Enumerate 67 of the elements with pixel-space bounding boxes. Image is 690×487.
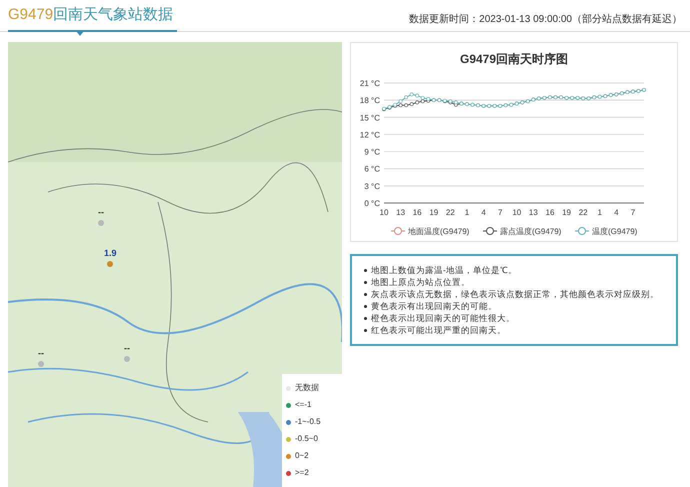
x-tick-label: 13	[396, 208, 406, 217]
note-text: 红色表示可能出现严重的回南天。	[371, 324, 506, 336]
point	[404, 95, 408, 100]
legend-label: -1~-0.5	[295, 416, 321, 428]
y-tick-label: 9 °C	[364, 148, 380, 157]
legend-label: 温度(G9479)	[592, 227, 638, 236]
x-tick-label: 10	[512, 208, 522, 217]
point	[420, 99, 425, 104]
note-text: 地图上原点为站点位置。	[371, 276, 470, 288]
y-tick-label: 3 °C	[364, 182, 380, 191]
legend-label: -0.5~0	[295, 433, 318, 445]
bullet-icon	[364, 281, 367, 284]
y-tick-label: 0 °C	[364, 199, 380, 208]
point	[420, 96, 425, 100]
legend-label: 0~2	[295, 450, 309, 462]
point	[398, 99, 402, 104]
legend-label: 无数据	[295, 382, 319, 394]
station-value: --	[98, 206, 104, 219]
bullet-icon	[364, 329, 367, 332]
bullet-icon	[364, 293, 367, 296]
legend-label: 地面温度(G9479)	[408, 227, 470, 236]
point	[410, 102, 414, 106]
y-tick-label: 6 °C	[364, 164, 380, 174]
note-text: 黄色表示有出现回南天的可能。	[371, 300, 497, 312]
point	[415, 94, 420, 98]
station-value: --	[124, 342, 130, 355]
station-value: 1.9	[104, 247, 117, 260]
x-tick-label: 7	[630, 208, 636, 217]
tab-pointer-icon	[76, 31, 84, 36]
legend-label: <=-1	[295, 399, 312, 411]
note-text: 橙色表示出现回南天的可能性很大。	[371, 312, 515, 324]
bullet-icon	[364, 305, 367, 308]
point	[415, 100, 420, 104]
legend-label: >=2	[295, 467, 309, 479]
legend-marker-icon	[574, 227, 590, 235]
note-text: 地图上数值为露温-地温，单位是℃。	[371, 264, 517, 276]
bullet-icon	[364, 317, 367, 320]
y-tick-label: 18 °C	[360, 96, 380, 106]
point	[398, 103, 402, 108]
x-tick-label: 19	[429, 208, 438, 217]
x-tick-label: 7	[498, 208, 502, 217]
station-value: --	[38, 347, 44, 360]
legend-marker-icon	[482, 227, 498, 235]
x-tick-label: 4	[614, 208, 619, 217]
x-tick-label: 13	[528, 208, 538, 217]
x-tick-label: 1	[598, 208, 602, 217]
x-tick-label: 19	[562, 208, 571, 217]
x-tick-label: 22	[446, 208, 455, 217]
x-tick-label: 10	[380, 208, 388, 217]
x-tick-label: 1	[464, 208, 470, 217]
point	[454, 100, 458, 104]
point	[404, 103, 408, 108]
legend-marker-icon	[390, 227, 406, 235]
x-tick-label: 22	[578, 208, 588, 217]
bullet-icon	[364, 269, 367, 272]
y-tick-label: 21 °C	[360, 79, 380, 88]
y-tick-label: 15 °C	[360, 113, 380, 122]
y-tick-label: 12 °C	[360, 130, 380, 140]
page-title: G9479回南天气象站数据	[8, 4, 178, 32]
legend-label: 露点温度(G9479)	[500, 227, 562, 236]
chart-title: G9479回南天时序图	[460, 52, 568, 66]
point	[410, 92, 414, 96]
x-tick-label: 16	[412, 208, 422, 217]
x-tick-label: 16	[546, 208, 554, 217]
note-text: 灰点表示该点无数据，绿色表示该点数据正常，其他颜色表示对应级别。	[371, 288, 659, 300]
x-tick-label: 4	[481, 208, 486, 217]
update-time: 数据更新时间：2023-01-13 09:00:00（部分站点数据有延迟）	[409, 12, 682, 27]
